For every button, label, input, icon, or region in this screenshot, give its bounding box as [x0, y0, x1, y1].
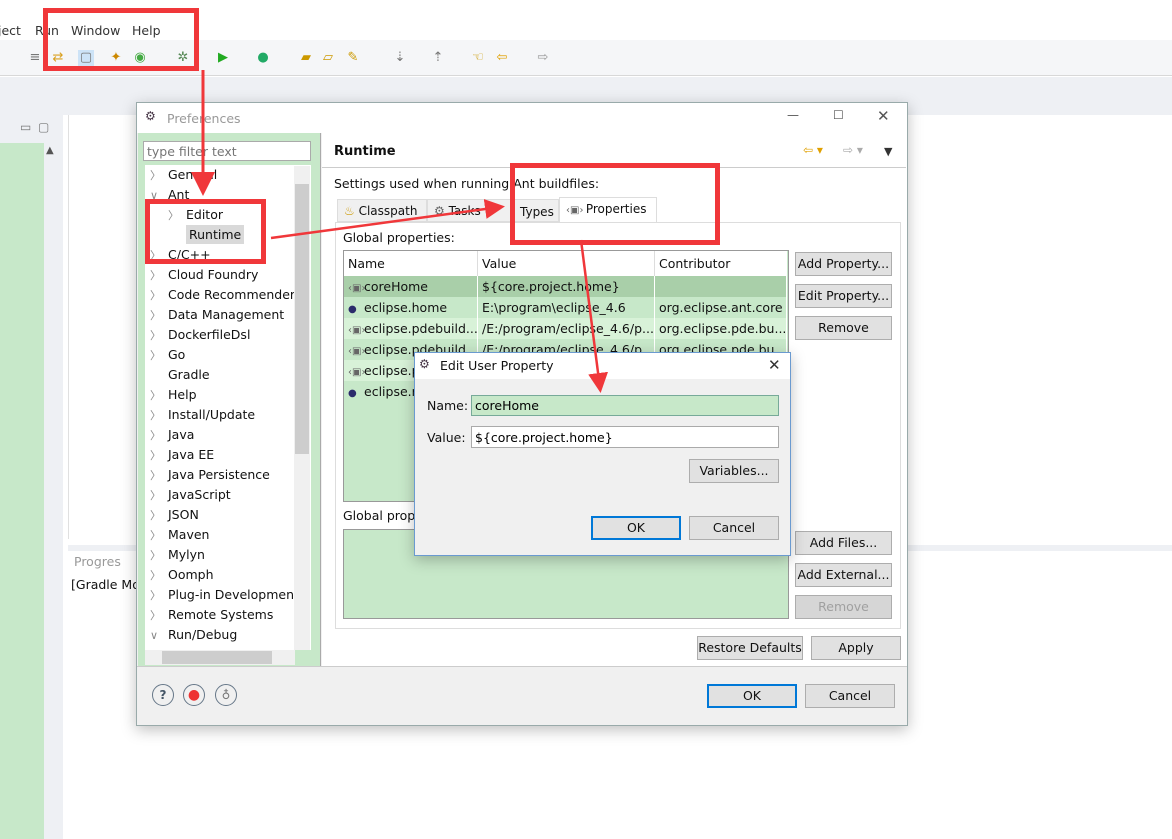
- annotation-arrows: [191, 70, 609, 393]
- annotation-arrow: [579, 239, 609, 393]
- annotation-arrow: [270, 199, 505, 240]
